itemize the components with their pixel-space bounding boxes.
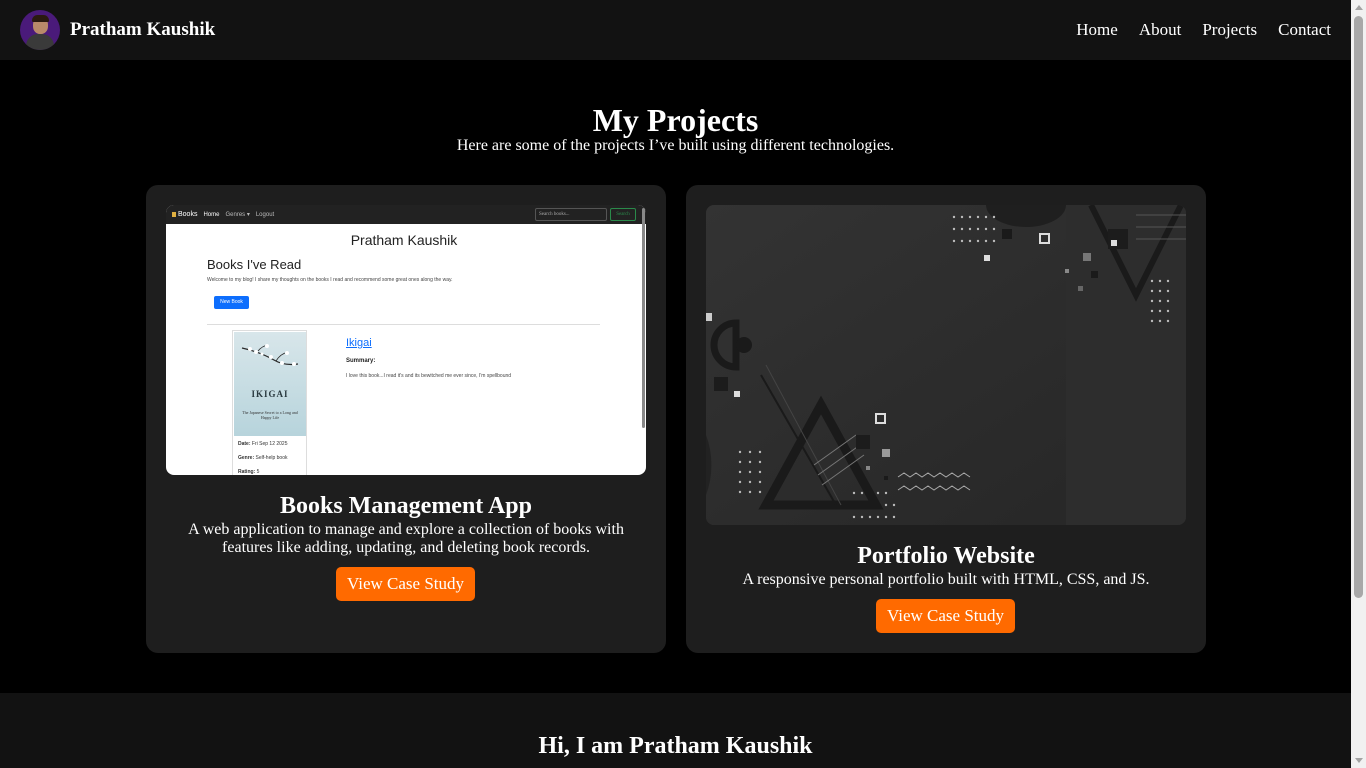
mock-cover-subtitle: The Japanese Secret to a Long and Happy … xyxy=(242,410,298,420)
view-case-study-button[interactable]: View Case Study xyxy=(336,567,475,601)
section-title: My Projects xyxy=(592,102,759,138)
nav-link-home[interactable]: Home xyxy=(1076,20,1118,40)
mock-scrollbar xyxy=(642,208,645,428)
mock-search-button: Search xyxy=(610,208,636,221)
project-screenshot-portfolio xyxy=(706,205,1186,525)
project-description: A web application to manage and explore … xyxy=(188,521,624,556)
mock-heading: Books I've Read xyxy=(207,257,302,272)
brand-name: Pratham Kaushik xyxy=(70,19,216,40)
mock-book-cover: IKIGAI The Japanese Secret to a Long and… xyxy=(234,332,306,436)
mock-intro: Welcome to my blog! I share my thoughts … xyxy=(207,277,453,283)
view-case-study-button[interactable]: View Case Study xyxy=(876,599,1015,633)
mock-summary-text: I love this book...I read it's and its b… xyxy=(346,373,512,379)
cherry-blossom-icon xyxy=(241,344,299,366)
mock-nav-home: Home xyxy=(203,211,220,218)
mock-book-date: Date: Fri Sep 12 2025 xyxy=(238,441,288,447)
mock-nav-genres: Genres ▾ xyxy=(225,212,250,218)
page-scrollbar[interactable] xyxy=(1351,0,1366,768)
mock-book-genre: Genre: Self-help book xyxy=(238,455,288,461)
about-title: Hi, I am Pratham Kaushik xyxy=(538,733,813,759)
section-subtitle: Here are some of the projects I’ve built… xyxy=(456,137,895,154)
mock-cover-title: IKIGAI xyxy=(251,389,289,399)
projects-section: My Projects Here are some of the project… xyxy=(0,60,1351,693)
mock-nav-logout: Logout xyxy=(255,211,275,218)
mock-search-input: Search books... xyxy=(535,208,607,221)
project-card-books: Books Home Genres ▾ Logout Search books.… xyxy=(146,185,666,653)
avatar xyxy=(20,10,60,50)
mock-new-book-button: New Book xyxy=(214,296,249,309)
mock-summary-label: Summary: xyxy=(346,358,376,364)
mock-divider xyxy=(207,324,600,325)
scrollbar-thumb[interactable] xyxy=(1354,16,1363,598)
mock-site-title: Pratham Kaushik xyxy=(350,232,458,248)
nav-links: Home About Projects Contact xyxy=(1076,20,1331,40)
nav-link-about[interactable]: About xyxy=(1139,20,1182,40)
mock-book-rating: Rating: 5 xyxy=(238,469,260,475)
project-title: Books Management App xyxy=(279,493,533,519)
mock-book-card: IKIGAI The Japanese Secret to a Long and… xyxy=(232,330,307,475)
about-section: Hi, I am Pratham Kaushik xyxy=(0,693,1351,768)
project-card-portfolio: Portfolio Website A responsive personal … xyxy=(686,185,1206,653)
navbar: Pratham Kaushik Home About Projects Cont… xyxy=(0,0,1351,60)
project-title: Portfolio Website xyxy=(857,543,1035,569)
mock-book-title-link: Ikigai xyxy=(346,337,372,349)
scroll-up-icon[interactable] xyxy=(1355,5,1363,10)
nav-link-projects[interactable]: Projects xyxy=(1202,20,1257,40)
nav-link-contact[interactable]: Contact xyxy=(1278,20,1331,40)
mock-brand: Books xyxy=(172,211,197,218)
project-screenshot-books: Books Home Genres ▾ Logout Search books.… xyxy=(166,205,646,475)
project-description: A responsive personal portfolio built wi… xyxy=(742,571,1150,588)
geometric-pattern-image xyxy=(706,205,1186,525)
scroll-down-icon[interactable] xyxy=(1355,758,1363,763)
